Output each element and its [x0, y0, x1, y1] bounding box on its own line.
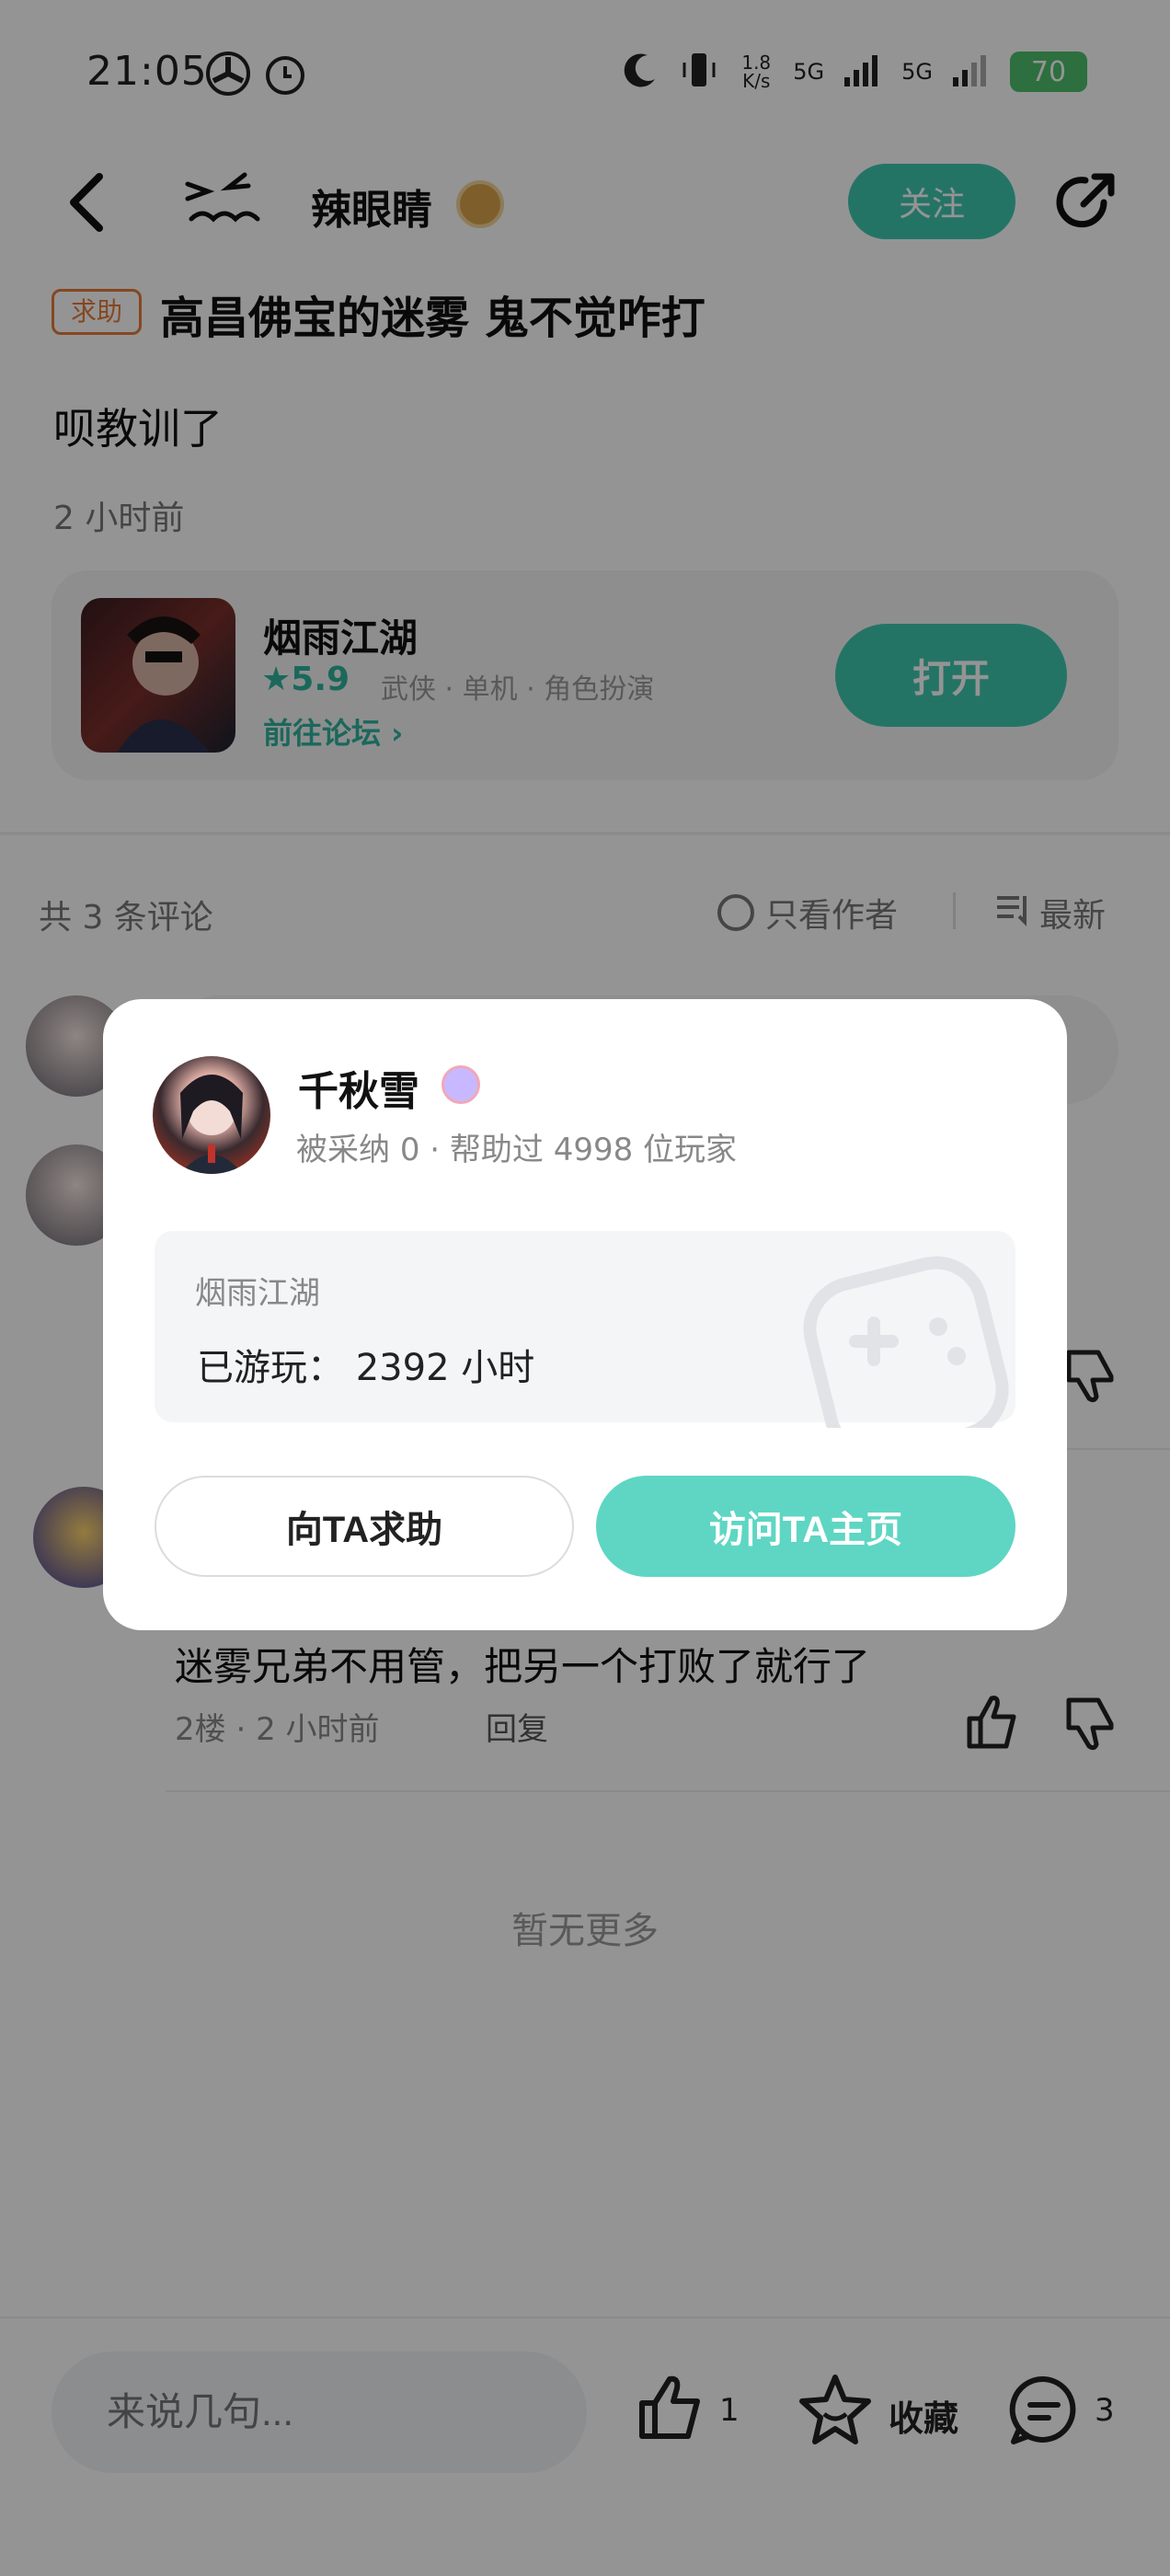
adopted-count: 0 [399, 1132, 420, 1168]
helped-suffix: 位玩家 [643, 1132, 738, 1168]
visit-profile-button[interactable]: 访问TA主页 [596, 1476, 1015, 1577]
modal-user-name: 千秋雪 [298, 1068, 419, 1115]
played-unit: 小时 [461, 1347, 535, 1389]
gamepad-icon [800, 1253, 1021, 1462]
played-label: 已游玩： [197, 1347, 344, 1389]
ask-for-help-button[interactable]: 向TA求助 [155, 1476, 574, 1577]
modal-user-stats: 被采纳 0 · 帮助过 4998 位玩家 [296, 1132, 738, 1168]
helped-label: 帮助过 [449, 1132, 544, 1168]
modal-user-avatar[interactable] [153, 1056, 270, 1174]
modal-game-name: 烟雨江湖 [195, 1275, 320, 1312]
modal-play-time: 已游玩： 2392 小时 [197, 1338, 534, 1391]
helped-count: 4998 [553, 1132, 634, 1168]
adopted-label: 被采纳 [296, 1132, 390, 1168]
played-hours: 2392 [355, 1347, 450, 1389]
user-badge-icon [442, 1065, 480, 1104]
